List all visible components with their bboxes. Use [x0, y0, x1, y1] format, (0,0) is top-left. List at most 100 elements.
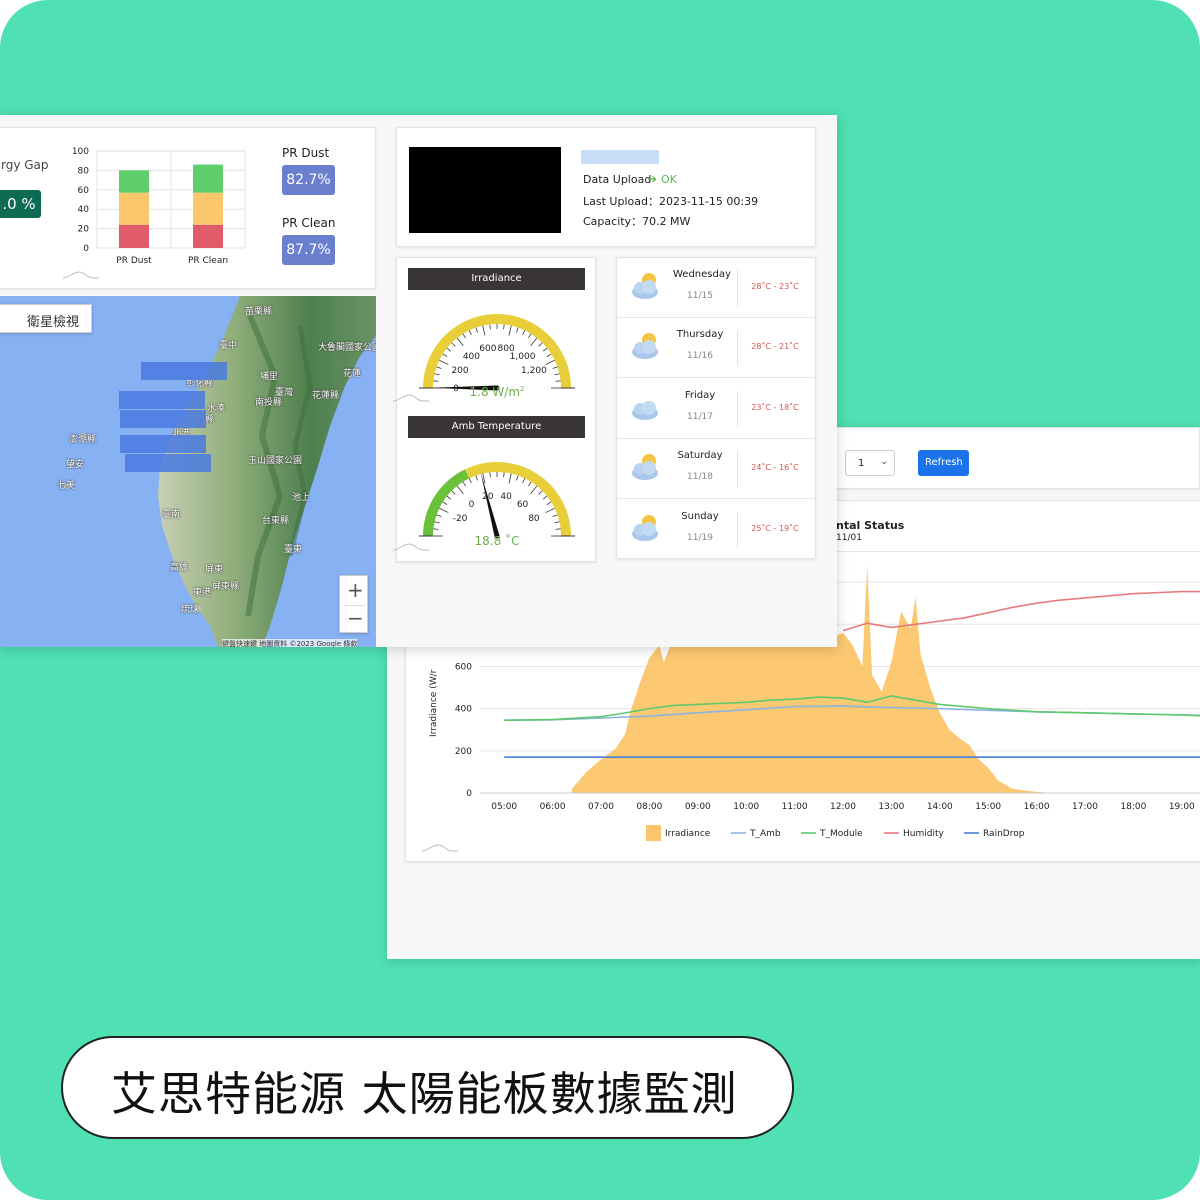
- sun-cloud-icon: [632, 273, 658, 299]
- gauge-tick: [545, 359, 555, 365]
- chart-watermark-icon: [421, 844, 458, 852]
- gauge-tick: [522, 478, 526, 484]
- gauge-tick: [538, 342, 543, 347]
- legend-label: Irradiance: [665, 829, 711, 839]
- sun-cloud-icon: [632, 514, 658, 541]
- capacity-text: Capacity：70.2 MW: [583, 215, 691, 228]
- gauge-tick: [538, 490, 543, 495]
- map-place-label: 高雄: [170, 563, 189, 573]
- station-marker-2[interactable]: [119, 391, 205, 409]
- pr-bar-chart: 100 80 60 40 20 0 PR Dust PR Clean: [72, 147, 246, 266]
- weather-day: Wednesday: [673, 269, 731, 280]
- env-y-tick: 200: [455, 747, 472, 757]
- chevron-down-icon: ⌄: [880, 456, 889, 467]
- weather-temp-range: 25˚C - 19˚C: [751, 523, 799, 533]
- temp-watermark-icon: [392, 543, 429, 551]
- last-upload-text: Last Upload：2023-11-15 00:39: [583, 195, 759, 208]
- gauge-needle: [480, 472, 500, 537]
- env-x-tick: 17:00: [1072, 802, 1098, 812]
- map-place-label: 臺東: [284, 545, 303, 555]
- gauge-tick-label: 1,200: [521, 366, 547, 376]
- map-place-label: 埔里: [260, 372, 279, 382]
- pr-y-tick: 100: [72, 147, 89, 157]
- gauge-tick: [468, 478, 472, 484]
- gauge-tick-label: -20: [453, 514, 468, 524]
- gauge-tick: [475, 327, 478, 333]
- pr-clean-label: PR Clean: [282, 216, 336, 230]
- zoom-out-button[interactable]: −: [347, 606, 364, 630]
- gauge-tick: [434, 373, 440, 376]
- station-marker-4[interactable]: [120, 435, 206, 453]
- day-select[interactable]: 1 ⌄: [845, 450, 895, 476]
- zoom-in-button[interactable]: +: [347, 578, 364, 602]
- env-x-tick: 06:00: [540, 802, 566, 812]
- data-upload-status: OK: [661, 173, 677, 186]
- gauge-tick: [489, 472, 491, 478]
- map-place-label: 臺中: [219, 341, 238, 351]
- gauge-tick: [451, 342, 456, 347]
- env-x-tick: 16:00: [1024, 802, 1050, 812]
- env-x-tick: 12:00: [830, 802, 856, 812]
- gauge-tick: [436, 366, 442, 369]
- gauge-tick-label: 80: [528, 514, 540, 524]
- pr-x-label: PR Dust: [116, 256, 152, 266]
- env-x-tick: 08:00: [636, 802, 662, 812]
- irradiance-title: Irradiance: [471, 273, 522, 284]
- map-place-label: 屏東: [205, 565, 224, 575]
- gauge-tick: [439, 507, 449, 513]
- irradiance-header: Irradiance: [408, 268, 585, 290]
- map-place-label: 花蓮縣: [312, 391, 340, 401]
- env-y-tick: 400: [455, 705, 472, 715]
- site-map[interactable]: 苗栗縣 臺中 大魯閣國家公園 彰化縣 埔里 花蓮 臺灣 南投縣 花蓮縣 水湊縣北港 澎湖縣 望安 七美玉…: [0, 296, 376, 647]
- banner-title: 艾思特能源 太陽能板數據監測: [111, 1067, 738, 1121]
- map-place-label: 苗栗縣: [245, 307, 273, 317]
- gauge-tick: [555, 528, 561, 530]
- env-x-tick: 11:00: [782, 802, 808, 812]
- pr-card: rgy Gap .0 % 100 80 60 40 20 0 PR Dust PR Clean…: [0, 127, 376, 289]
- weather-separator: [737, 511, 738, 548]
- gauge-tick: [489, 324, 491, 330]
- irradiance-unit-sup: 2: [520, 385, 525, 393]
- map-place-label: 臺南: [162, 510, 181, 520]
- pr-dust-label: PR Dust: [282, 146, 330, 160]
- station-marker-5[interactable]: [125, 454, 211, 472]
- temp-header: Amb Temperature: [408, 416, 585, 438]
- gauge-tick: [528, 333, 532, 339]
- gauge-tick: [508, 473, 512, 484]
- weather-day: Friday: [684, 389, 716, 401]
- data-upload-label: Data Upload: [583, 173, 652, 186]
- pr-x-label: PR Clean: [188, 256, 228, 266]
- gauge-tick: [545, 507, 555, 513]
- gauge-tick: [554, 373, 560, 376]
- gauge-tick: [456, 337, 464, 347]
- pr-y-tick: 40: [78, 205, 90, 215]
- station-marker-3[interactable]: [120, 410, 206, 428]
- weather-row: Friday 11/17 23˚C - 18˚C: [617, 379, 815, 439]
- weather-day: Sunday: [681, 510, 719, 522]
- gauge-tick: [542, 495, 548, 500]
- satellite-view-tab[interactable]: 衛星檢視: [27, 311, 79, 330]
- map-type-control[interactable]: 衛星檢視: [0, 304, 92, 333]
- env-x-tick: 19:00: [1169, 802, 1195, 812]
- station-marker-1[interactable]: [141, 362, 227, 380]
- gauge-tick: [442, 353, 448, 357]
- weather-temp-range: 23˚C - 18˚C: [751, 402, 799, 412]
- gauge-tick-label: 600: [479, 344, 496, 354]
- gauge-tick-label: 400: [463, 352, 480, 362]
- pr-y-tick: 80: [78, 166, 90, 176]
- pr-bar-segment: [193, 224, 223, 248]
- pr-y-tick: 60: [78, 186, 90, 196]
- gauge-tick: [503, 324, 505, 330]
- gauge-tick: [552, 366, 558, 369]
- pr-y-tick: 0: [83, 244, 89, 254]
- station-photo: [409, 147, 561, 233]
- map-place-label: 玉山國家公園: [248, 456, 303, 466]
- refresh-button[interactable]: Refresh: [918, 450, 969, 476]
- weather-row: Wednesday 11/15 28˚C - 23˚C: [617, 258, 815, 318]
- energy-gap-badge: .0 %: [0, 190, 41, 218]
- map-place-label: 大魯閣國家公園: [318, 343, 376, 353]
- weather-separator: [737, 390, 738, 427]
- gauge-tick: [433, 380, 439, 382]
- weather-separator: [737, 330, 738, 367]
- env-x-tick: 14:00: [927, 802, 953, 812]
